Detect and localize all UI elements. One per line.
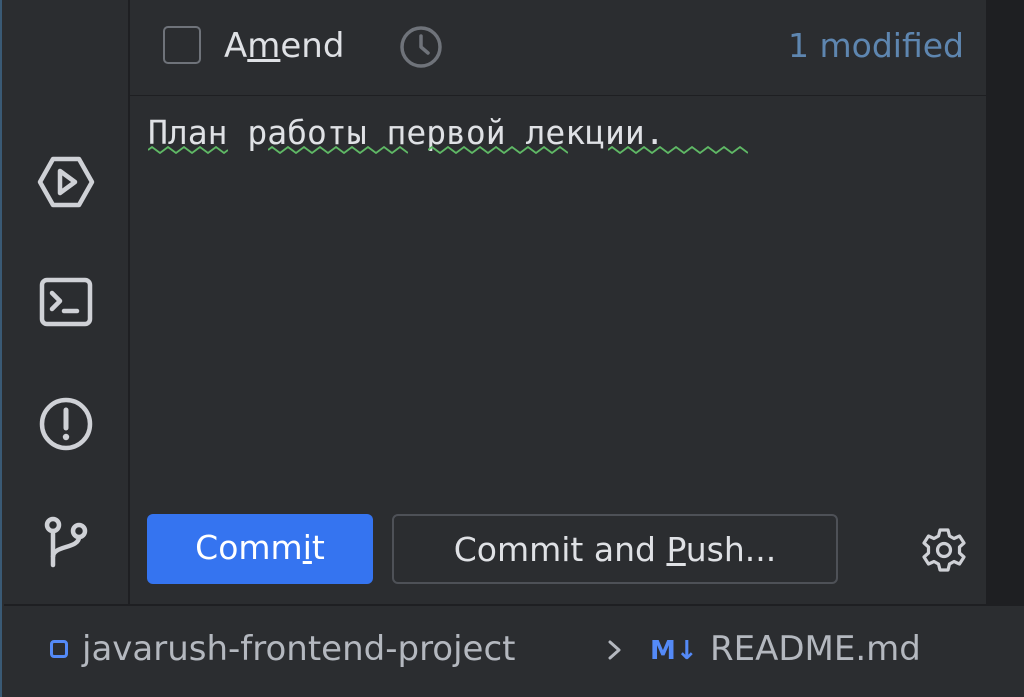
commit-and-push-button[interactable]: Commit and Push...	[392, 514, 838, 584]
status-bar: javarush-frontend-project M↓ README.md	[4, 604, 1024, 697]
ide-window: Amend 1 modified План работы первой лекц…	[0, 0, 1024, 697]
spellcheck-underline	[148, 146, 228, 154]
push-label-mnemonic: P	[666, 530, 686, 569]
breadcrumb-file[interactable]: README.md	[710, 626, 921, 672]
spellcheck-underline	[608, 146, 748, 154]
amend-checkbox[interactable]	[163, 26, 201, 64]
amend-label-mnemonic: m	[247, 26, 281, 66]
commit-label-mnemonic: i	[302, 528, 312, 567]
commit-label-part: t	[311, 528, 325, 567]
clock-icon	[400, 26, 442, 68]
commit-panel: Amend 1 modified План работы первой лекц…	[130, 0, 986, 604]
commit-options-button[interactable]	[920, 526, 968, 574]
git-tool-button[interactable]	[34, 510, 98, 574]
spellcheck-underline	[268, 146, 408, 154]
push-label-part: Commit and	[453, 530, 667, 569]
commit-message-editor[interactable]: План работы первой лекции.	[130, 96, 986, 506]
commit-history-button[interactable]	[398, 24, 444, 70]
amend-label-part: end	[280, 26, 345, 66]
tool-window-strip	[4, 0, 130, 604]
project-icon	[50, 640, 68, 658]
editor-gutter-strip	[986, 0, 1024, 604]
run-icon	[37, 156, 95, 208]
problems-tool-button[interactable]	[34, 392, 98, 456]
commit-label-part: Comm	[195, 528, 303, 567]
breadcrumb-project[interactable]: javarush-frontend-project	[82, 626, 516, 672]
markdown-icon: M↓	[650, 636, 698, 666]
terminal-icon	[39, 277, 93, 327]
commit-button[interactable]: Commit	[147, 514, 373, 584]
terminal-tool-button[interactable]	[34, 270, 98, 334]
push-label-part: ush...	[685, 530, 777, 569]
problems-icon	[39, 397, 93, 451]
gear-icon	[922, 528, 966, 572]
modified-count[interactable]: 1 modified	[788, 24, 964, 68]
git-icon	[44, 516, 88, 568]
amend-label-part: A	[224, 26, 248, 66]
amend-label[interactable]: Amend	[224, 24, 344, 68]
chevron-right-icon	[608, 640, 621, 660]
run-tool-button[interactable]	[34, 150, 98, 214]
spellcheck-underline	[428, 146, 568, 154]
commit-toolbar: Amend 1 modified	[130, 0, 986, 96]
